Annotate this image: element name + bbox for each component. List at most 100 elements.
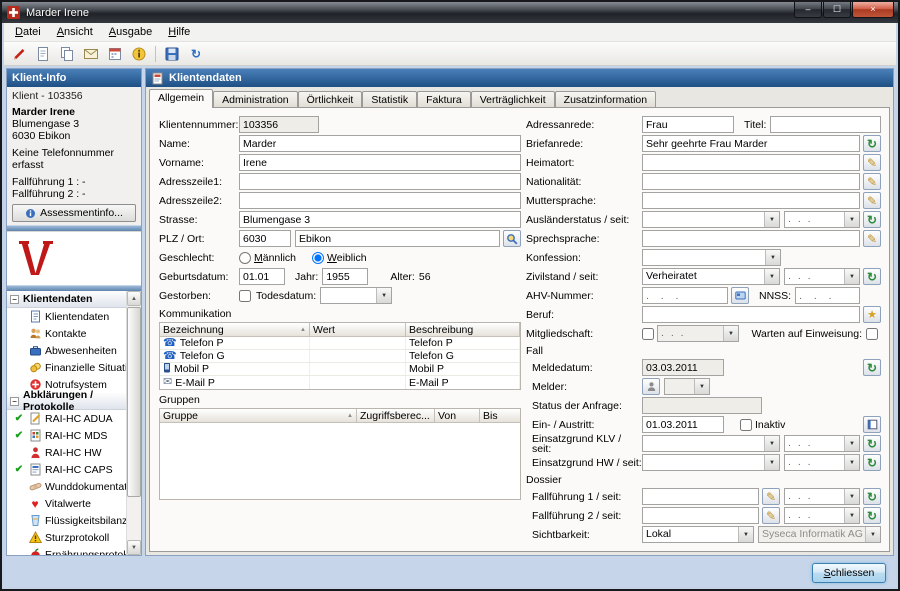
menu-hilfe[interactable]: Hilfe	[160, 24, 198, 40]
new-document-button[interactable]	[32, 44, 54, 64]
heimatort-edit-button[interactable]: ✎	[863, 154, 881, 171]
menu-datei[interactable]: Datei	[7, 24, 49, 40]
tab-administration[interactable]: Administration	[213, 91, 298, 108]
briefanrede-field[interactable]	[642, 135, 860, 152]
save-button[interactable]	[161, 44, 183, 64]
weiblich-radio[interactable]	[312, 252, 324, 264]
menu-ausgabe[interactable]: Ausgabe	[101, 24, 160, 40]
tab-oertlichkeit[interactable]: Örtlichkeit	[298, 91, 363, 108]
chevron-down-icon[interactable]: ▼	[844, 269, 859, 284]
nav-item-wunddokumentation[interactable]: Wunddokumentation	[7, 478, 126, 495]
einsatzgrund-hw-refresh-button[interactable]: ↻	[863, 454, 881, 471]
adresszeile1-field[interactable]	[239, 173, 521, 190]
column-header-wert[interactable]: Wert	[310, 323, 406, 336]
melder-combo[interactable]: ▼	[664, 378, 710, 395]
heimatort-field[interactable]	[642, 154, 860, 171]
maximize-button[interactable]: ☐	[823, 2, 851, 18]
ort-field[interactable]	[295, 230, 500, 247]
collapse-icon[interactable]: −	[10, 295, 19, 304]
column-header-bis[interactable]: Bis	[480, 409, 520, 422]
nav-item-klientendaten[interactable]: Klientendaten	[7, 308, 126, 325]
nav-item-rai-hc-mds[interactable]: ✔ RAI-HC MDS	[7, 427, 126, 444]
melder-person-button[interactable]	[642, 378, 660, 395]
chevron-down-icon[interactable]: ▼	[738, 527, 753, 542]
sichtbarkeit-combo[interactable]: Lokal ▼	[642, 526, 754, 543]
chevron-down-icon[interactable]: ▼	[844, 489, 859, 504]
geburtsdatum-field[interactable]	[239, 268, 285, 285]
fallfuehrung1-seit-combo[interactable]: . . . ▼	[784, 488, 860, 505]
nav-item-abwesenheiten[interactable]: Abwesenheiten	[7, 342, 126, 359]
chevron-down-icon[interactable]: ▼	[764, 212, 779, 227]
einsatzgrund-klv-combo[interactable]: ▼	[642, 435, 780, 452]
tab-allgemein[interactable]: Allgemein	[149, 89, 213, 108]
column-header-zugriff[interactable]: Zugriffsberec...	[357, 409, 435, 422]
fallfuehrung2-edit-button[interactable]: ✎	[762, 507, 780, 524]
mitgliedschaft-checkbox[interactable]	[642, 328, 654, 340]
scroll-down-icon[interactable]: ▼	[127, 540, 141, 555]
table-row[interactable]: ☎Telefon G Telefon G	[160, 350, 520, 363]
nationalitaet-field[interactable]	[642, 173, 860, 190]
column-header-beschreibung[interactable]: Beschreibung	[406, 323, 520, 336]
nav-item-rai-hc-caps[interactable]: ✔ RAI-HC CAPS	[7, 461, 126, 478]
meldedatum-field[interactable]	[642, 359, 724, 376]
chevron-down-icon[interactable]: ▼	[376, 288, 391, 303]
fallfueh rung2-refresh-button[interactable]: ↻	[863, 507, 881, 524]
name-field[interactable]	[239, 135, 521, 152]
beruf-lookup-button[interactable]: ★	[863, 306, 881, 323]
einsatzgrund-klv-refresh-button[interactable]: ↻	[863, 435, 881, 452]
info-button[interactable]	[128, 44, 150, 64]
zivilstand-seit-combo[interactable]: . . . ▼	[784, 268, 860, 285]
nav-item-sturzprotokoll[interactable]: Sturzprotokoll	[7, 529, 126, 546]
mitgliedschaft-combo[interactable]: . . . ▼	[657, 325, 739, 342]
ein-austritt-journal-button[interactable]	[863, 416, 881, 433]
warten-einweisung-checkbox[interactable]	[866, 328, 878, 340]
jahr-field[interactable]	[322, 268, 368, 285]
strasse-field[interactable]	[239, 211, 521, 228]
nav-section-klientendaten[interactable]: − Klientendaten	[7, 291, 126, 308]
nav-item-rai-hc-adua[interactable]: ✔ RAI-HC ADUA	[7, 410, 126, 427]
tab-vertraeglichkeit[interactable]: Verträglichkeit	[471, 91, 555, 108]
plz-lookup-button[interactable]	[503, 230, 521, 247]
calendar-button[interactable]	[104, 44, 126, 64]
konfession-combo[interactable]: ▼	[642, 249, 781, 266]
nationalitaet-edit-button[interactable]: ✎	[863, 173, 881, 190]
table-row[interactable]: Mobil P Mobil P	[160, 363, 520, 376]
scrollbar-thumb[interactable]	[127, 307, 141, 497]
zivilstand-refresh-button[interactable]: ↻	[863, 268, 881, 285]
fallfuehrung2-field[interactable]	[642, 507, 759, 524]
chevron-down-icon[interactable]: ▼	[765, 250, 780, 265]
titel-field[interactable]	[770, 116, 881, 133]
einsatzgrund-klv-seit-combo[interactable]: . . . ▼	[784, 435, 860, 452]
eintritt-field[interactable]	[642, 416, 724, 433]
inaktiv-checkbox[interactable]	[740, 419, 752, 431]
nav-item-kontakte[interactable]: Kontakte	[7, 325, 126, 342]
todesdatum-combo[interactable]: ▼	[320, 287, 392, 304]
fallfuehrung2-seit-combo[interactable]: . . . ▼	[784, 507, 860, 524]
assessment-info-button[interactable]: Assessmentinfo...	[12, 204, 136, 222]
minimize-button[interactable]: –	[794, 2, 822, 18]
ahv-nummer-field[interactable]	[642, 287, 728, 304]
status-anfrage-field[interactable]	[642, 397, 762, 414]
nnss-field[interactable]	[795, 287, 860, 304]
nav-item-finanzielle-situation[interactable]: Finanzielle Situation	[7, 359, 126, 376]
maennlich-radio[interactable]	[239, 252, 251, 264]
muttersprache-edit-button[interactable]: ✎	[863, 192, 881, 209]
ahv-lookup-button[interactable]	[731, 287, 749, 304]
nav-item-fluessigkeitsbilanz[interactable]: Flüssigkeitsbilanz	[7, 512, 126, 529]
chevron-down-icon[interactable]: ▼	[694, 379, 709, 394]
meldedatum-refresh-button[interactable]: ↻	[863, 359, 881, 376]
einsatzgrund-hw-combo[interactable]: ▼	[642, 454, 780, 471]
tab-zusatzinformation[interactable]: Zusatzinformation	[555, 91, 656, 108]
edit-pen-button[interactable]	[8, 44, 30, 64]
nav-scrollbar[interactable]: ▲ ▼	[126, 291, 141, 555]
muttersprache-field[interactable]	[642, 192, 860, 209]
plz-field[interactable]	[239, 230, 291, 247]
einsatzgrund-hw-seit-combo[interactable]: . . . ▼	[784, 454, 860, 471]
fallfuehrung1-edit-button[interactable]: ✎	[762, 488, 780, 505]
close-window-button[interactable]: ×	[852, 2, 894, 18]
fallfuehrung1-refresh-button[interactable]: ↻	[863, 488, 881, 505]
gruppen-empty-area[interactable]	[160, 423, 520, 499]
refresh-button[interactable]: ↻	[185, 44, 207, 64]
auslaenderstatus-combo[interactable]: ▼	[642, 211, 780, 228]
chevron-down-icon[interactable]: ▼	[844, 508, 859, 523]
